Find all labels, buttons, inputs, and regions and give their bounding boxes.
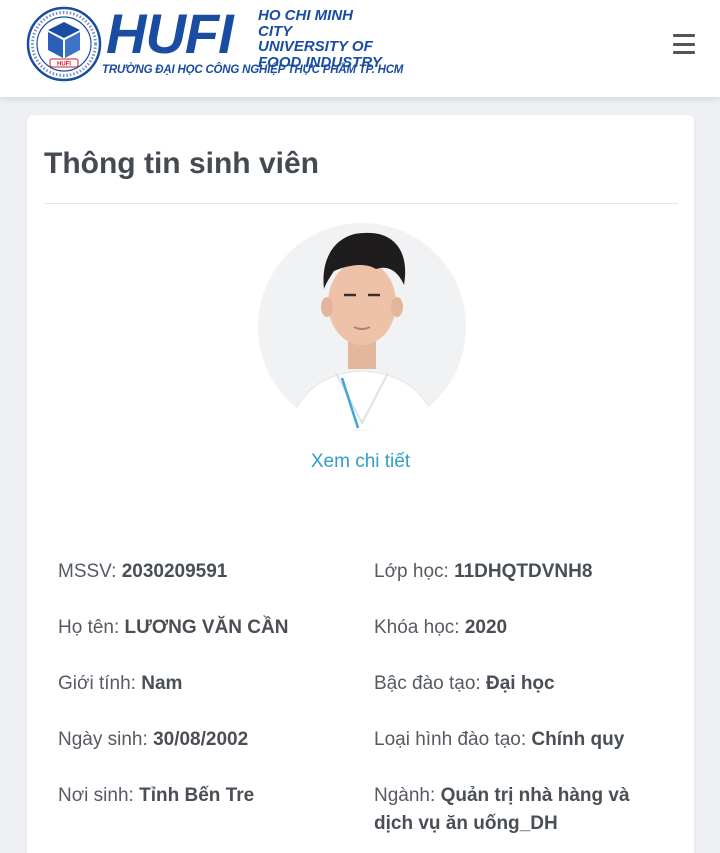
card-title: Thông tin sinh viên: [44, 147, 319, 180]
info-label: Bậc đào tạo:: [374, 673, 481, 694]
info-major: Ngành: Quản trị nhà hàng và dịch vụ ăn u…: [374, 782, 664, 838]
brand-city-name: HO CHI MINH CITY UNIVERSITY OF FOOD INDU…: [258, 8, 388, 70]
app-header: HUFI HUFI HO CHI MINH CITY UNIVERSITY OF…: [0, 0, 720, 97]
seal-badge-text: HUFI: [57, 62, 71, 68]
university-seal-icon: HUFI: [26, 6, 102, 82]
info-value: 2020: [464, 617, 508, 638]
info-value: Tỉnh Bến Tre: [139, 785, 255, 806]
menu-bar: [673, 34, 695, 37]
brand-city-line: UNIVERSITY OF: [258, 38, 373, 55]
info-gender: Giới tính: Nam: [58, 670, 182, 698]
student-photo: [258, 223, 466, 431]
info-value: Nam: [141, 673, 183, 694]
info-value: LƯƠNG VĂN CẦN: [124, 617, 289, 638]
info-birth-date: Ngày sinh: 30/08/2002: [58, 726, 248, 754]
view-details-link[interactable]: Xem chi tiết: [27, 451, 694, 473]
info-value: 2030209591: [121, 561, 228, 582]
brand-vietnamese-name: TRƯỜNG ĐẠI HỌC CÔNG NGHIỆP THỰC PHẨM TP.…: [102, 64, 404, 76]
info-value: 30/08/2002: [153, 729, 249, 750]
info-label: Ngày sinh:: [58, 729, 148, 750]
info-label: MSSV:: [58, 561, 117, 582]
info-training-type: Loại hình đào tạo: Chính quy: [374, 726, 624, 754]
brand-hufi: HUFI: [106, 2, 234, 65]
info-class: Lớp học: 11DHQTDVNH8: [374, 558, 592, 586]
info-label: Giới tính:: [58, 673, 136, 694]
info-degree-level: Bậc đào tạo: Đại học: [374, 670, 555, 698]
info-course-year: Khóa học: 2020: [374, 614, 507, 642]
university-logo[interactable]: HUFI HUFI HO CHI MINH CITY UNIVERSITY OF…: [26, 2, 403, 86]
student-info-card: Thông tin sinh viên Xem chi tiết MSSV: 2…: [27, 115, 694, 853]
info-value: Đại học: [485, 673, 555, 694]
hamburger-menu-icon[interactable]: [670, 32, 698, 56]
title-divider: [44, 203, 678, 204]
info-full-name: Họ tên: LƯƠNG VĂN CẦN: [58, 614, 288, 642]
info-label: Lớp học:: [374, 561, 449, 582]
menu-bar: [673, 51, 695, 54]
student-avatar: [258, 223, 466, 431]
info-label: Ngành:: [374, 785, 436, 806]
info-birth-place: Nơi sinh: Tỉnh Bến Tre: [58, 782, 254, 810]
brand-city-line: HO CHI MINH CITY: [258, 7, 353, 40]
info-label: Nơi sinh:: [58, 785, 134, 806]
info-label: Loại hình đào tạo:: [374, 729, 527, 750]
info-label: Họ tên:: [58, 617, 120, 638]
info-label: Khóa học:: [374, 617, 460, 638]
menu-bar: [673, 42, 695, 46]
info-student-id: MSSV: 2030209591: [58, 558, 227, 586]
info-value: Chính quy: [531, 729, 625, 750]
info-value: 11DHQTDVNH8: [454, 561, 593, 582]
